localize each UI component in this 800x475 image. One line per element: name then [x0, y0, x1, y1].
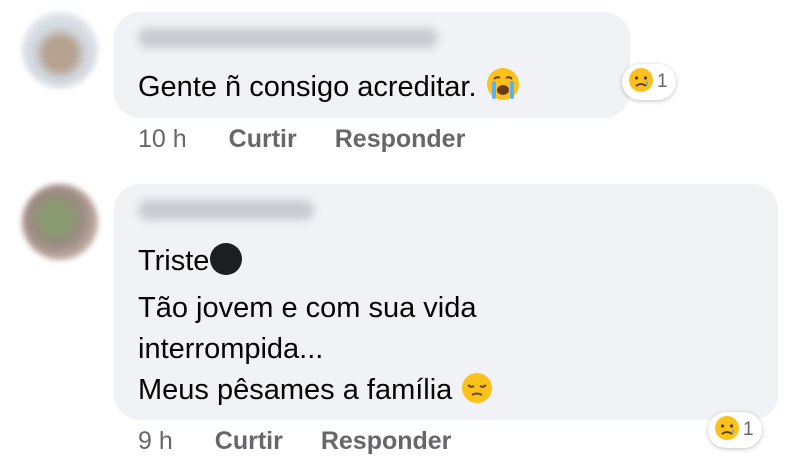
avatar[interactable] — [22, 12, 98, 88]
reaction-summary[interactable]: 1 — [622, 64, 676, 100]
like-button[interactable]: Curtir — [229, 125, 297, 153]
author-name-blurred[interactable] — [138, 28, 438, 48]
comment-timestamp[interactable]: 10 h — [138, 125, 187, 153]
comment-line-text: Triste — [138, 245, 210, 277]
comment-line-text: Meus pêsames a família — [138, 374, 453, 406]
comment-actions: 10 h Curtir Responder — [138, 125, 503, 154]
pensive-face-icon — [460, 371, 494, 417]
comment-timestamp[interactable]: 9 h — [138, 427, 173, 455]
comment-text: Gente ñ consigo acreditar. — [138, 66, 521, 114]
loudly-crying-face-icon — [485, 66, 521, 114]
reaction-count: 1 — [657, 71, 668, 92]
sad-face-icon — [627, 66, 655, 99]
comment-text: Triste Tão jovem e com sua vida interrom… — [138, 241, 494, 417]
reply-button[interactable]: Responder — [321, 427, 452, 455]
reaction-count: 1 — [743, 419, 754, 440]
comment-bubble: Triste Tão jovem e com sua vida interrom… — [114, 184, 778, 420]
author-name-blurred[interactable] — [138, 200, 314, 220]
comment-text-content: Gente ñ consigo acreditar. — [138, 71, 477, 103]
comment-line: Meus pêsames a família — [138, 370, 494, 417]
sad-face-icon — [713, 414, 741, 447]
comment-line: Tão jovem e com sua vida — [138, 292, 477, 324]
like-button[interactable]: Curtir — [215, 427, 283, 455]
reaction-summary[interactable]: 1 — [708, 412, 762, 448]
reply-button[interactable]: Responder — [335, 125, 466, 153]
comment-line: interrompida... — [138, 333, 324, 365]
comment-bubble: Gente ñ consigo acreditar. — [114, 12, 630, 118]
black-circle-icon — [209, 242, 243, 288]
comment-actions: 9 h Curtir Responder — [138, 427, 489, 456]
avatar[interactable] — [22, 184, 98, 260]
comment-line: Triste — [138, 241, 494, 288]
